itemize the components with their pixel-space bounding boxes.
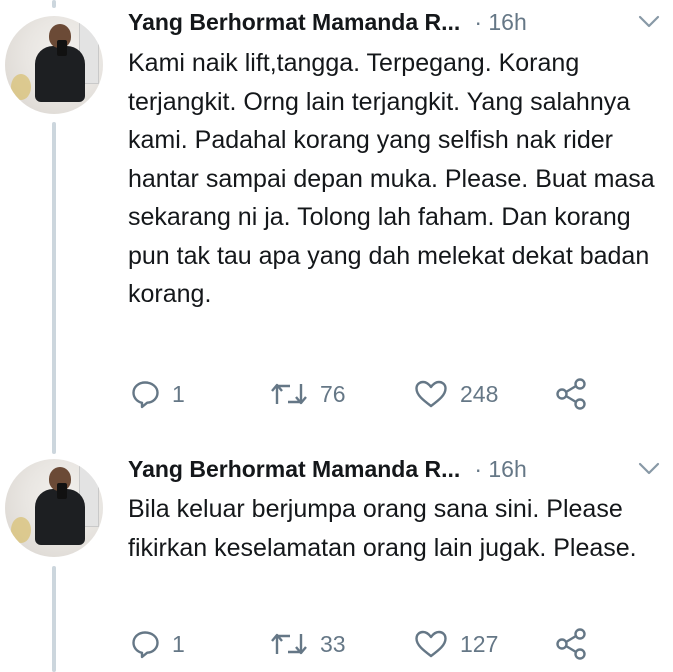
- timestamp[interactable]: · 16h: [474, 456, 526, 483]
- tweet-actions: 1 76 248: [128, 374, 673, 414]
- retweet-count: 76: [320, 380, 346, 407]
- avatar-figure: [57, 40, 67, 56]
- tweet-header: Yang Berhormat Mamanda R... · 16h: [128, 453, 673, 485]
- like-button[interactable]: 127: [414, 624, 498, 664]
- avatar-decoration: [11, 74, 31, 100]
- author-name[interactable]: Yang Berhormat Mamanda R...: [128, 456, 460, 483]
- reply-icon: [132, 631, 159, 659]
- tweet[interactable]: Yang Berhormat Mamanda R... · 16h Kami n…: [0, 0, 673, 440]
- reply-count: 1: [172, 630, 185, 657]
- like-count: 248: [460, 380, 499, 407]
- reply-button[interactable]: 1: [130, 624, 185, 664]
- retweet-count: 33: [320, 630, 346, 657]
- share-icon: [556, 378, 586, 410]
- share-button[interactable]: [554, 624, 588, 664]
- author-name[interactable]: Yang Berhormat Mamanda R...: [128, 9, 460, 36]
- tweet-actions: 1 33 127: [128, 624, 673, 664]
- tweet[interactable]: Yang Berhormat Mamanda R... · 16h Bila k…: [0, 440, 673, 672]
- reply-button[interactable]: 1: [130, 374, 185, 414]
- retweet-button[interactable]: 76: [270, 374, 346, 414]
- avatar[interactable]: [5, 459, 103, 557]
- like-icon: [415, 380, 447, 408]
- chevron-down-icon[interactable]: [638, 462, 660, 476]
- like-count: 127: [460, 630, 499, 657]
- avatar[interactable]: [5, 16, 103, 114]
- share-icon: [556, 628, 586, 660]
- tweet-text: Bila keluar berjumpa orang sana sini. Pl…: [128, 495, 637, 562]
- tweet-header: Yang Berhormat Mamanda R... · 16h: [128, 6, 673, 38]
- avatar-figure: [57, 483, 67, 499]
- retweet-button[interactable]: 33: [270, 624, 346, 664]
- chevron-down-icon[interactable]: [638, 15, 660, 29]
- avatar-decoration: [11, 517, 31, 543]
- like-button[interactable]: 248: [414, 374, 498, 414]
- timestamp[interactable]: · 16h: [474, 9, 526, 36]
- like-icon: [415, 630, 447, 658]
- retweet-icon: [271, 383, 307, 405]
- tweet-text: Kami naik lift,tangga. Terpegang. Korang…: [128, 49, 655, 308]
- share-button[interactable]: [554, 374, 588, 414]
- reply-count: 1: [172, 380, 185, 407]
- reply-icon: [132, 381, 159, 409]
- retweet-icon: [271, 633, 307, 655]
